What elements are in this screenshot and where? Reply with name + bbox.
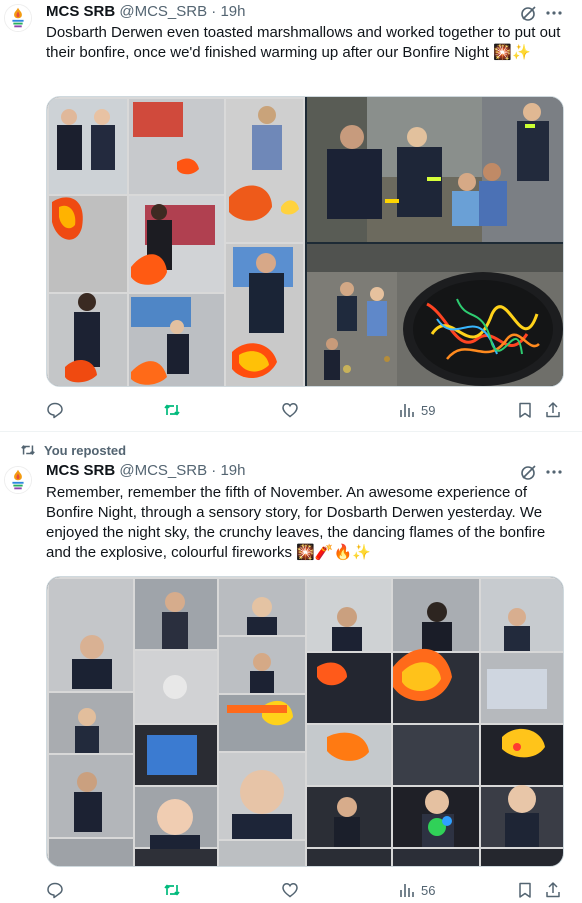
avatar[interactable] <box>4 4 32 32</box>
repost-icon <box>164 404 180 416</box>
media-grid[interactable] <box>46 96 564 387</box>
tweet-2[interactable]: You reposted MCS SRB @MCS_SRB · 19h Reme… <box>0 433 582 903</box>
timestamp[interactable]: 19h <box>220 462 245 479</box>
tweet-header: MCS SRB @MCS_SRB · 19h <box>46 462 245 482</box>
like-button[interactable] <box>281 400 299 420</box>
repost-icon <box>164 884 180 896</box>
reply-button[interactable] <box>46 880 64 900</box>
repost-label-text: You reposted <box>44 442 127 458</box>
action-bar: 59 <box>46 400 566 422</box>
avatar[interactable] <box>4 466 32 494</box>
like-button[interactable] <box>281 880 299 900</box>
share-icon <box>546 402 560 418</box>
tweet-header: MCS SRB @MCS_SRB · 19h <box>46 3 245 23</box>
views-icon <box>400 404 414 417</box>
collage-image-left <box>47 97 305 386</box>
tweet-text: Remember, remember the fifth of November… <box>46 484 546 561</box>
display-name[interactable]: MCS SRB <box>46 3 115 20</box>
bookmark-button[interactable] <box>516 880 534 900</box>
repost-icon <box>21 445 35 455</box>
display-name[interactable]: MCS SRB <box>46 462 115 479</box>
views-button[interactable]: 56 <box>398 880 435 900</box>
reply-icon <box>47 402 63 419</box>
reply-icon <box>47 882 63 899</box>
views-button[interactable]: 59 <box>398 400 435 420</box>
views-icon <box>400 884 414 897</box>
handle[interactable]: @MCS_SRB <box>119 462 207 479</box>
separator: · <box>211 3 217 20</box>
action-bar: 56 <box>46 880 566 902</box>
school-logo <box>5 5 31 31</box>
collage-image <box>47 577 563 866</box>
more-icon[interactable] <box>545 4 563 22</box>
like-icon <box>282 403 298 418</box>
media-grid[interactable] <box>46 576 564 867</box>
photo[interactable] <box>307 244 563 386</box>
views-count: 59 <box>421 402 436 418</box>
tweet-1[interactable]: MCS SRB @MCS_SRB · 19h Dosbarth Derwen e… <box>0 0 582 432</box>
repost-button[interactable] <box>163 880 181 900</box>
share-button[interactable] <box>544 880 562 900</box>
more-icon[interactable] <box>545 463 563 481</box>
views-count: 56 <box>421 882 436 898</box>
tweet-text: Dosbarth Derwen even toasted marshmallow… <box>46 24 561 61</box>
photo[interactable] <box>307 97 563 242</box>
grok-icon[interactable] <box>520 4 538 22</box>
bookmark-icon <box>519 882 531 898</box>
outdoor-photo-top <box>307 97 563 242</box>
timestamp[interactable]: 19h <box>220 3 245 20</box>
like-icon <box>282 883 298 898</box>
reply-button[interactable] <box>46 400 64 420</box>
grok-icon[interactable] <box>520 463 538 481</box>
share-icon <box>546 882 560 898</box>
bookmark-button[interactable] <box>516 400 534 420</box>
photo[interactable] <box>47 577 563 866</box>
repost-button[interactable] <box>163 400 181 420</box>
handle[interactable]: @MCS_SRB <box>119 3 207 20</box>
school-logo <box>5 467 31 493</box>
outdoor-photo-bottom <box>307 244 563 386</box>
share-button[interactable] <box>544 400 562 420</box>
separator: · <box>211 462 217 479</box>
repost-indicator[interactable]: You reposted <box>20 442 126 458</box>
bookmark-icon <box>519 402 531 418</box>
photo[interactable] <box>47 97 305 386</box>
